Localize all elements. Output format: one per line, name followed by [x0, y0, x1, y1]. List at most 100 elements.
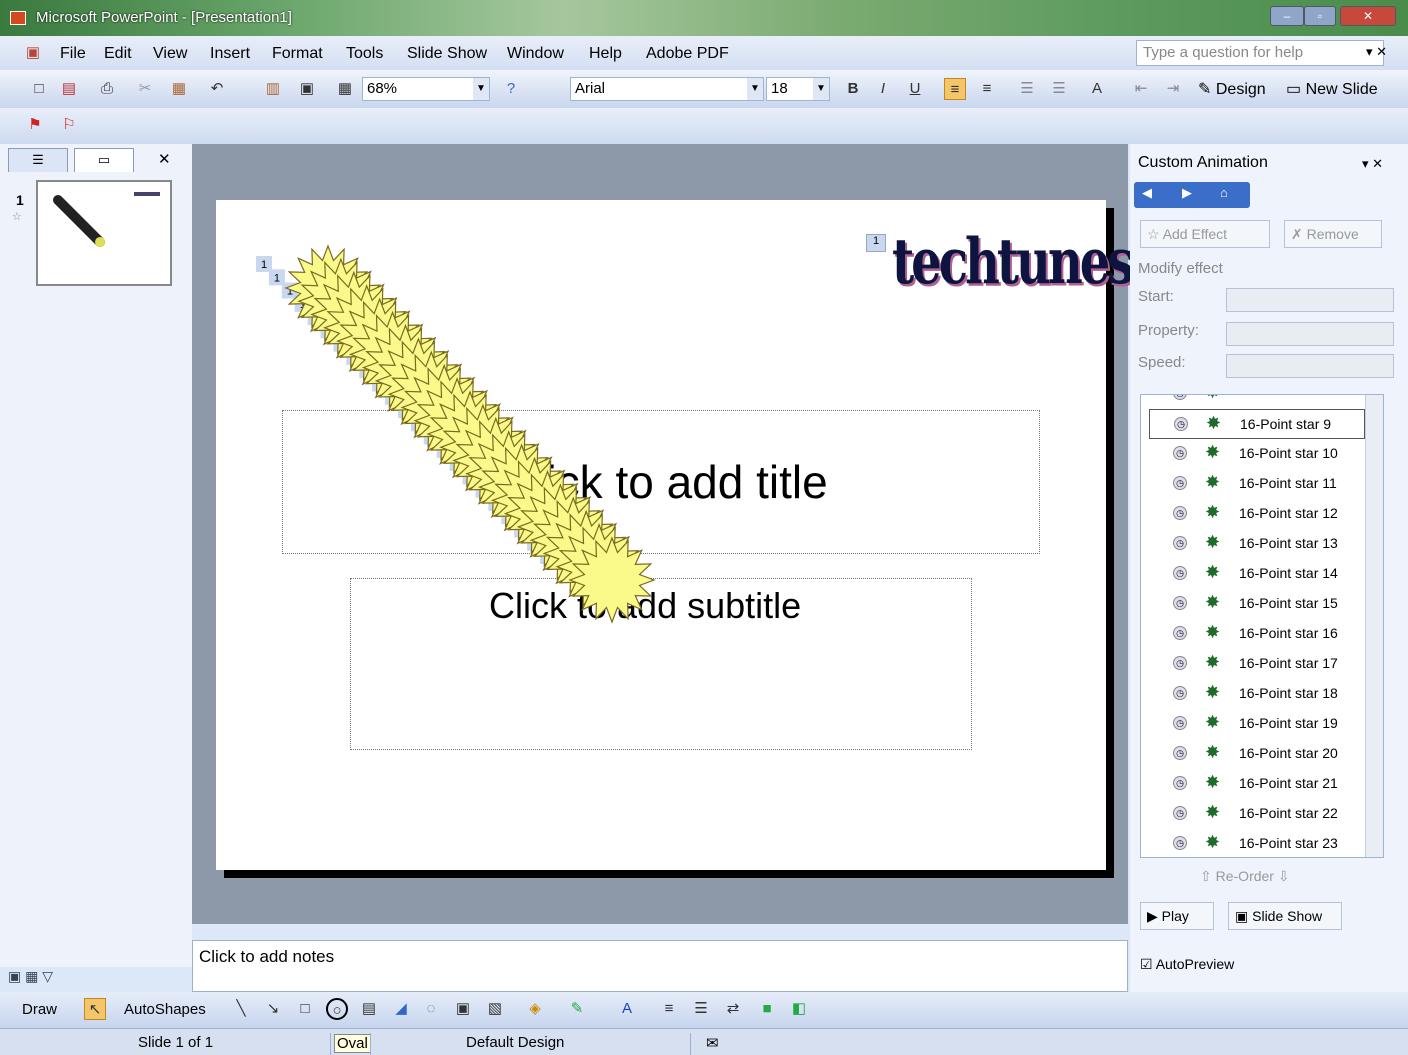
pane-close-icon[interactable]: ✕ — [158, 150, 171, 168]
list-item[interactable]: ◷✸ — [1141, 395, 1365, 409]
list-item[interactable]: ◷ ✸ 16-Point star 9 — [1149, 409, 1365, 439]
autopreview-checkbox[interactable]: ☑ AutoPreview — [1140, 956, 1234, 973]
3d-icon[interactable]: ◧ — [788, 998, 810, 1020]
view-buttons[interactable]: ▣ ▦ ▽ — [8, 968, 53, 985]
list-item[interactable]: ◷ ✸ 16-Point star 21 — [1141, 769, 1365, 799]
help-dropdown-icon[interactable]: ▾ ✕ — [1366, 44, 1387, 60]
draw-menu[interactable]: Draw — [22, 1001, 57, 1018]
list-item[interactable]: ◷ ✸ 16-Point star 18 — [1141, 679, 1365, 709]
italic-button[interactable]: I — [872, 78, 894, 100]
arrow-icon[interactable]: ↘ — [262, 998, 284, 1020]
reorder-control[interactable]: ⇧ Re-Order ⇩ — [1200, 868, 1290, 885]
menu-slide-show[interactable]: Slide Show — [407, 45, 487, 63]
animation-list[interactable]: ◷✸◷✸16-Point star 9◷✸16-Point star 10◷✸1… — [1140, 394, 1384, 858]
cut-icon[interactable]: ✂ — [134, 78, 156, 100]
dash-style-icon[interactable]: ☰ — [690, 998, 712, 1020]
forward-icon[interactable]: ▶ — [1182, 185, 1192, 201]
font-grow-icon[interactable]: A — [1086, 78, 1108, 100]
font-dropdown-icon[interactable]: ▼ — [747, 78, 763, 100]
line-style-icon[interactable]: ≡ — [658, 998, 680, 1020]
menu-insert[interactable]: Insert — [210, 45, 250, 63]
play-button[interactable]: ▶ Play — [1140, 902, 1214, 930]
menu-window[interactable]: Window — [507, 45, 564, 63]
list-item[interactable]: ◷ ✸ 16-Point star 19 — [1141, 709, 1365, 739]
speed-select[interactable] — [1226, 354, 1394, 378]
spelling-icon[interactable]: ✉ — [706, 1034, 719, 1052]
paste-icon[interactable]: ▦ — [168, 78, 190, 100]
grid-icon[interactable]: ▦ — [334, 78, 356, 100]
new-icon[interactable]: □ — [28, 78, 50, 100]
notes-pane[interactable]: Click to add notes — [192, 940, 1128, 992]
task-pane-close-icon[interactable]: ▾ ✕ — [1362, 156, 1383, 172]
star-shapes[interactable]: 11111111111111111111111 — [216, 200, 1106, 870]
close-button[interactable]: ✕ — [1340, 6, 1396, 26]
list-item[interactable]: ◷ ✸ 16-Point star 11 — [1141, 469, 1365, 499]
move-up-icon[interactable]: ⇧ — [1200, 868, 1212, 884]
undo-icon[interactable]: ↶ — [206, 78, 228, 100]
list-item[interactable]: ◷ ✸ 16-Point star 16 — [1141, 619, 1365, 649]
powerpoint-app-icon[interactable] — [10, 11, 26, 25]
tab-outline[interactable]: ☰ — [8, 148, 68, 172]
autoshapes-menu[interactable]: AutoShapes — [124, 1001, 206, 1018]
slide-thumbnail[interactable] — [36, 180, 172, 286]
design-button[interactable]: ✎ Design — [1198, 79, 1266, 99]
line-color-icon[interactable]: ✎ — [566, 998, 588, 1020]
textbox-icon[interactable]: ▤ — [358, 998, 380, 1020]
print-icon[interactable]: ⎙ — [96, 78, 118, 100]
font-select[interactable]: Arial ▼ — [570, 77, 764, 101]
document-icon[interactable]: ▣ — [22, 42, 44, 64]
list-item[interactable]: ◷ ✸ 16-Point star 23 — [1141, 829, 1365, 857]
animation-list-scrollbar[interactable] — [1365, 395, 1383, 857]
wordart-techtunes[interactable]: techtunes — [892, 226, 1134, 299]
rectangle-icon[interactable]: □ — [294, 998, 316, 1020]
picture-icon[interactable]: ▧ — [484, 998, 506, 1020]
new-slide-button[interactable]: ▭ New Slide — [1286, 79, 1378, 99]
list-item[interactable]: ◷ ✸ 16-Point star 12 — [1141, 499, 1365, 529]
home-icon[interactable]: ⌂ — [1220, 185, 1228, 200]
list-item[interactable]: ◷ ✸ 16-Point star 20 — [1141, 739, 1365, 769]
menu-file[interactable]: File — [60, 45, 86, 63]
chart-icon[interactable]: ▥ — [262, 78, 284, 100]
wordart-icon[interactable]: ◢ — [390, 998, 412, 1020]
help-icon[interactable]: ? — [500, 78, 522, 100]
list-item[interactable]: ◷ ✸ 16-Point star 15 — [1141, 589, 1365, 619]
menu-format[interactable]: Format — [272, 45, 323, 63]
font-size-select[interactable]: 18 ▼ — [766, 77, 830, 101]
line-icon[interactable]: ╲ — [230, 998, 252, 1020]
tab-slides[interactable]: ▭ — [74, 148, 134, 172]
fill-color-icon[interactable]: ◈ — [524, 998, 546, 1020]
zoom-dropdown-icon[interactable]: ▼ — [473, 78, 489, 100]
property-select[interactable] — [1226, 322, 1394, 346]
pdf-email-icon[interactable]: ⚐ — [58, 114, 80, 136]
menu-adobe-pdf[interactable]: Adobe PDF — [646, 45, 729, 63]
underline-button[interactable]: U — [904, 78, 926, 100]
shadow-icon[interactable]: ■ — [756, 998, 778, 1020]
center-icon[interactable]: ≡ — [976, 78, 998, 100]
remove-button[interactable]: ✗ Remove — [1284, 220, 1382, 248]
align-left-icon[interactable]: ≡ — [944, 78, 966, 100]
add-effect-button[interactable]: ☆ Add Effect — [1140, 220, 1270, 248]
help-search-input[interactable]: Type a question for help — [1136, 40, 1384, 66]
sixteen-point-star[interactable] — [568, 536, 656, 624]
move-down-icon[interactable]: ⇩ — [1278, 868, 1290, 884]
restore-button[interactable]: ▫ — [1304, 6, 1336, 26]
menu-tools[interactable]: Tools — [346, 45, 383, 63]
list-item[interactable]: ◷ ✸ 16-Point star 22 — [1141, 799, 1365, 829]
open-icon[interactable]: ▤ — [58, 78, 80, 100]
list-item[interactable]: ◷ ✸ 16-Point star 14 — [1141, 559, 1365, 589]
menu-edit[interactable]: Edit — [104, 45, 132, 63]
decrease-indent-icon[interactable]: ⇤ — [1130, 78, 1152, 100]
numbering-icon[interactable]: ☰ — [1016, 78, 1038, 100]
bullets-icon[interactable]: ☰ — [1048, 78, 1070, 100]
bold-button[interactable]: B — [842, 78, 864, 100]
clipart-icon[interactable]: ▣ — [452, 998, 474, 1020]
font-size-dropdown-icon[interactable]: ▼ — [813, 78, 829, 100]
diagram-icon[interactable]: ◌ — [420, 998, 442, 1020]
list-item[interactable]: ◷ ✸ 16-Point star 13 — [1141, 529, 1365, 559]
zoom-select[interactable]: 68% ▼ — [362, 77, 490, 101]
list-item[interactable]: ◷ ✸ 16-Point star 17 — [1141, 649, 1365, 679]
list-item[interactable]: ◷ ✸ 16-Point star 10 — [1141, 439, 1365, 469]
menu-help[interactable]: Help — [589, 45, 622, 63]
slide-show-button[interactable]: ▣ Slide Show — [1228, 902, 1342, 930]
pdf-convert-icon[interactable]: ⚑ — [24, 114, 46, 136]
